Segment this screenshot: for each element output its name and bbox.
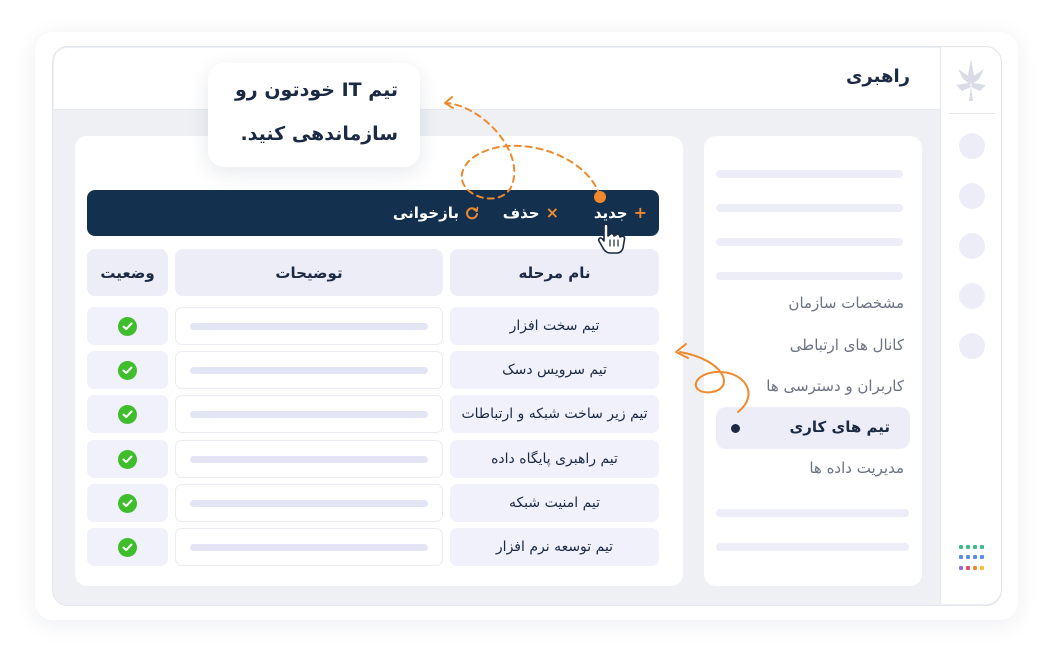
settings-menu: مشخصات سازمان کانال های ارتباطی کاربران …: [704, 136, 922, 586]
placeholder-line: [716, 272, 903, 280]
apps-grid-icon[interactable]: [959, 545, 987, 573]
menu-item-communication-channels[interactable]: کانال های ارتباطی: [790, 336, 904, 354]
check-icon: [118, 537, 137, 557]
new-button[interactable]: + جدید: [594, 203, 647, 223]
toolbar: + جدید × حذف بازخوانی: [87, 190, 659, 236]
icon-rail: [940, 47, 1001, 604]
placeholder-line: [716, 543, 909, 551]
placeholder-line: [716, 509, 909, 517]
active-indicator-dot: [731, 424, 740, 433]
rail-nav-item[interactable]: [959, 183, 985, 209]
description-cell: [175, 351, 443, 389]
description-cell: [175, 395, 443, 433]
new-button-label: جدید: [593, 204, 628, 222]
rail-divider: [949, 113, 995, 114]
delete-button-label: حذف: [502, 204, 540, 222]
reload-button[interactable]: بازخوانی: [393, 203, 479, 223]
check-icon: [118, 360, 137, 380]
refresh-icon: [465, 206, 479, 220]
status-cell: [87, 484, 168, 522]
menu-item-data-management[interactable]: مدیریت داده ها: [809, 459, 904, 477]
rail-nav-item[interactable]: [959, 133, 985, 159]
placeholder-line: [190, 500, 428, 507]
status-cell: [87, 307, 168, 345]
stage-name-cell: تیم زیر ساخت شبکه و ارتباطات: [450, 395, 659, 433]
menu-item-organization-profile[interactable]: مشخصات سازمان: [788, 294, 904, 312]
stage-name-cell: تیم سخت افزار: [450, 307, 659, 345]
callout-line-2: سازماندهی کنید.: [240, 123, 398, 145]
plus-icon: +: [633, 203, 647, 222]
status-cell: [87, 440, 168, 478]
description-cell: [175, 484, 443, 522]
check-icon: [118, 404, 137, 424]
rail-nav-item[interactable]: [959, 283, 985, 309]
description-cell: [175, 528, 443, 566]
column-header-status[interactable]: وضعیت: [87, 249, 168, 296]
stage-name-cell: تیم راهبری پایگاه داده: [450, 440, 659, 478]
reload-button-label: بازخوانی: [392, 204, 459, 222]
menu-item-work-teams[interactable]: تیم های کاری: [716, 407, 910, 449]
check-icon: [118, 493, 137, 513]
annotation-dot: [594, 191, 606, 203]
rail-nav-item[interactable]: [959, 333, 985, 359]
placeholder-line: [190, 456, 428, 463]
status-cell: [87, 395, 168, 433]
menu-item-label: تیم های کاری: [789, 418, 890, 436]
delete-button[interactable]: × حذف: [503, 203, 559, 223]
promo-callout: تیم IT خودتون رو سازماندهی کنید.: [208, 63, 420, 167]
placeholder-line: [716, 170, 903, 178]
placeholder-line: [190, 367, 428, 374]
top-header: راهبری: [54, 48, 940, 110]
column-header-stage-name[interactable]: نام مرحله: [450, 249, 659, 296]
check-icon: [118, 316, 137, 336]
description-cell: [175, 307, 443, 345]
logo-icon: [956, 59, 986, 101]
stage-name-cell: تیم سرویس دسک: [450, 351, 659, 389]
placeholder-line: [716, 238, 903, 246]
status-cell: [87, 351, 168, 389]
rail-nav-item[interactable]: [959, 233, 985, 259]
placeholder-line: [190, 411, 428, 418]
description-cell: [175, 440, 443, 478]
page-title: راهبری: [845, 66, 910, 87]
status-cell: [87, 528, 168, 566]
placeholder-line: [190, 323, 428, 330]
stage-name-cell: تیم توسعه نرم افزار: [450, 528, 659, 566]
close-icon: ×: [545, 203, 559, 222]
placeholder-line: [190, 544, 428, 551]
menu-item-users-access[interactable]: کاربران و دسترسی ها: [766, 377, 904, 395]
stage-name-cell: تیم امنیت شبکه: [450, 484, 659, 522]
placeholder-line: [716, 204, 903, 212]
column-header-description[interactable]: توضیحات: [175, 249, 443, 296]
callout-line-1: تیم IT خودتون رو: [234, 79, 398, 101]
check-icon: [118, 449, 137, 469]
